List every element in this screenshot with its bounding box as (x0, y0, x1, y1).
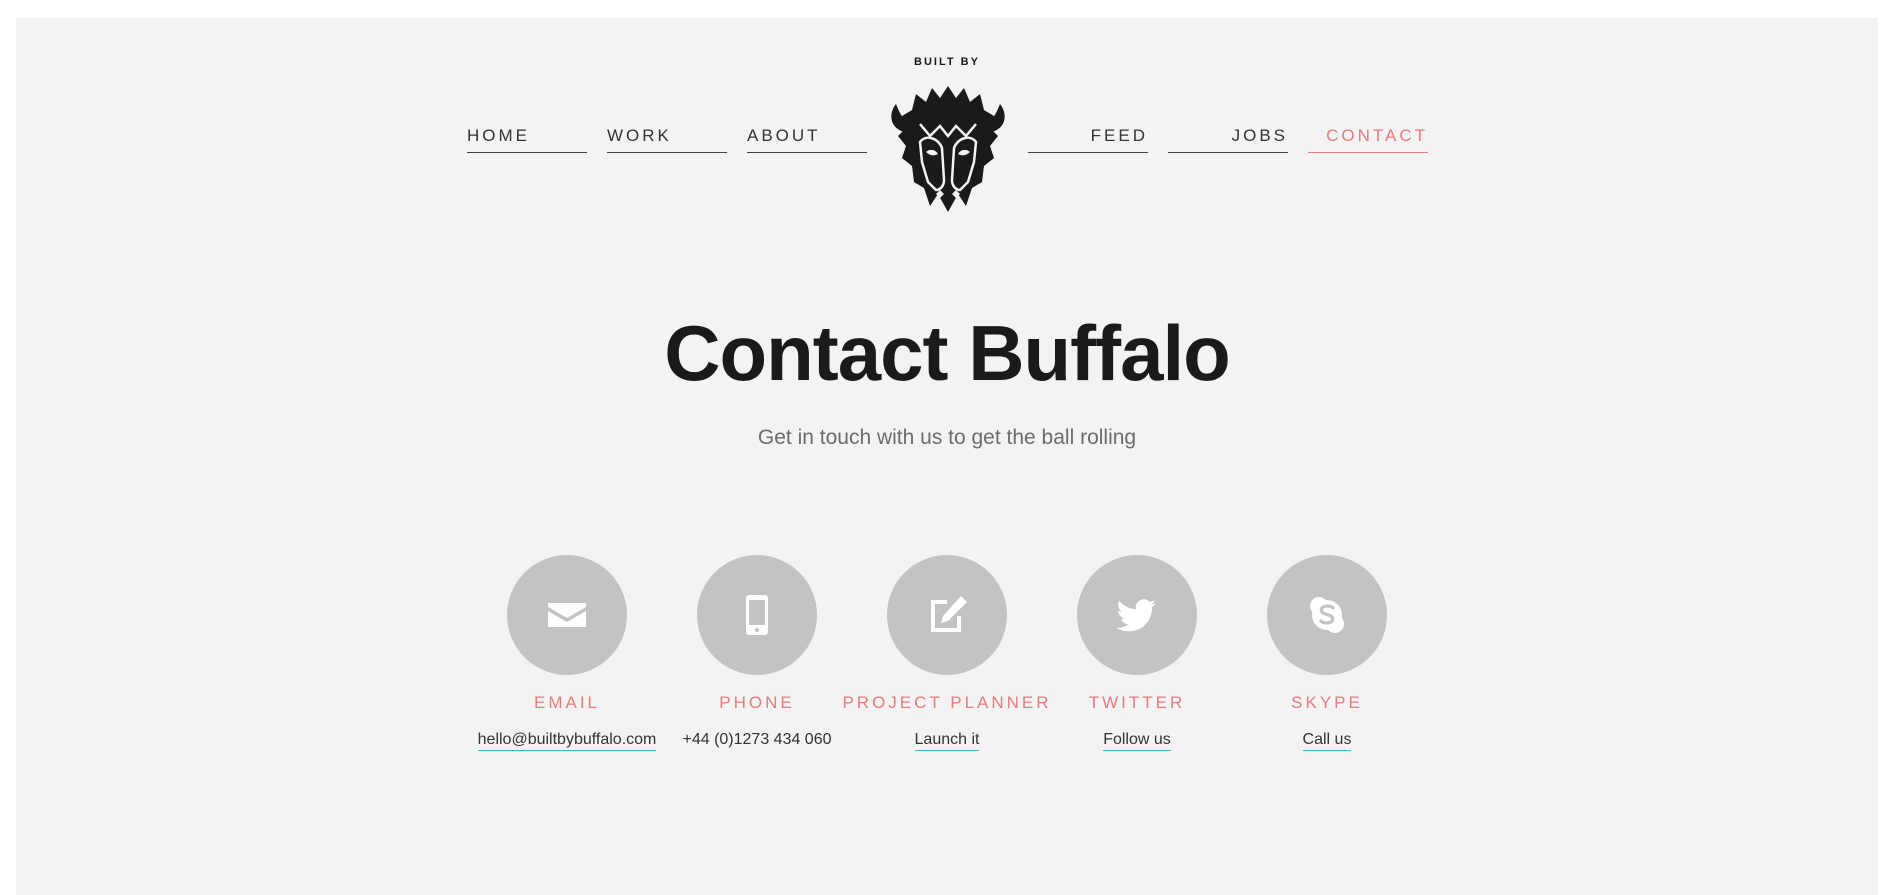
mobile-phone-icon (746, 595, 768, 635)
twitter-link[interactable]: Follow us (1103, 731, 1171, 751)
envelope-icon (548, 603, 586, 627)
phone-button[interactable] (697, 555, 817, 675)
contact-label-project-planner: PROJECT PLANNER (842, 693, 1052, 712)
nav-work[interactable]: WORK (607, 126, 727, 153)
contact-label-twitter: TWITTER (1088, 693, 1186, 712)
phone-number: +44 (0)1273 434 060 (682, 731, 832, 748)
page-subtitle: Get in touch with us to get the ball rol… (757, 426, 1137, 449)
nav-feed[interactable]: FEED (1028, 126, 1148, 153)
page-container: BUILT BY HOME WORK ABOUT FEED JOBS CONTA… (16, 18, 1878, 895)
email-link[interactable]: hello@builtbybuffalo.com (477, 731, 657, 751)
email-button[interactable] (507, 555, 627, 675)
skype-button[interactable] (1267, 555, 1387, 675)
twitter-button[interactable] (1077, 555, 1197, 675)
nav-about[interactable]: ABOUT (747, 126, 867, 153)
contact-skype: SKYPE Call us (1227, 555, 1427, 751)
nav-contact[interactable]: CONTACT (1308, 126, 1428, 153)
page-title: Contact Buffalo (664, 309, 1231, 397)
contact-label-email: EMAIL (533, 693, 601, 712)
nav-home[interactable]: HOME (467, 126, 587, 153)
nav-jobs[interactable]: JOBS (1168, 126, 1288, 153)
project-planner-button[interactable] (887, 555, 1007, 675)
contact-email: EMAIL hello@builtbybuffalo.com (467, 555, 667, 751)
skype-link[interactable]: Call us (1302, 731, 1352, 751)
edit-icon (931, 596, 967, 632)
buffalo-head-icon[interactable] (886, 82, 1010, 214)
contact-project-planner: PROJECT PLANNER Launch it (842, 555, 1049, 751)
project-planner-link[interactable]: Launch it (914, 731, 980, 751)
twitter-icon (1116, 599, 1156, 632)
contact-phone: PHONE +44 (0)1273 434 060 (657, 555, 857, 750)
contact-twitter: TWITTER Follow us (1037, 555, 1237, 751)
skype-icon (1310, 597, 1344, 633)
built-by-label: BUILT BY (914, 56, 980, 68)
contact-label-phone: PHONE (719, 693, 795, 712)
contact-label-skype: SKYPE (1291, 693, 1363, 712)
